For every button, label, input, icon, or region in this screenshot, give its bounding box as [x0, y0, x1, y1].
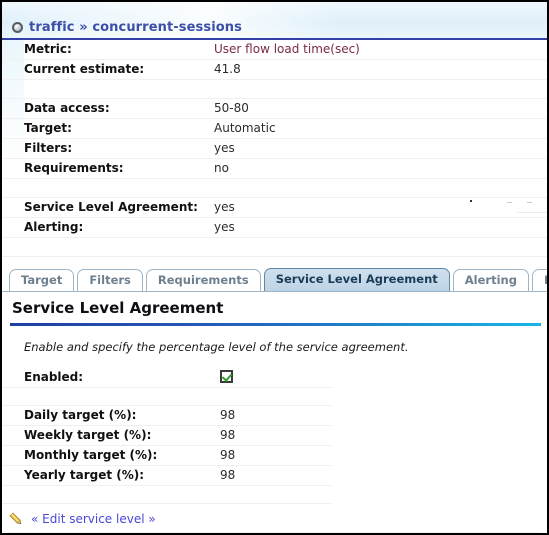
row-indent — [2, 118, 24, 139]
row-indent — [2, 138, 24, 159]
sla-panel: Service Level Agreement Enable and speci… — [2, 292, 547, 533]
enabled-label: Enabled: — [24, 368, 220, 388]
edit-service-level-row[interactable]: « Edit service level » — [2, 511, 547, 527]
tab-requirements[interactable]: Requirements — [145, 269, 261, 291]
circle-bullet-icon — [12, 22, 23, 33]
monthly-target-label: Monthly target (%): — [24, 445, 220, 466]
current-estimate-value: 41.8 — [214, 59, 454, 80]
row-tail — [332, 466, 547, 486]
row-spacer — [2, 485, 547, 504]
requirements-label: Requirements: — [24, 158, 214, 179]
tab-service-level-agreement[interactable]: Service Level Agreement — [263, 268, 450, 291]
data-access-value: 50-80 — [214, 98, 454, 119]
row-indent — [2, 98, 24, 119]
filters-label: Filters: — [24, 138, 214, 159]
sla-summary-label: Service Level Agreement: — [24, 197, 214, 218]
metric-value: User flow load time(sec) — [214, 40, 454, 60]
table-row: Enabled: — [2, 368, 547, 388]
daily-target-value: 98 — [220, 405, 332, 426]
breadcrumb-label[interactable]: traffic » concurrent-sessions — [29, 20, 242, 35]
current-estimate-label: Current estimate: — [24, 59, 214, 80]
row-indent — [2, 405, 24, 426]
filters-value: yes — [214, 138, 454, 159]
row-indent — [2, 465, 24, 486]
row-tail — [332, 368, 547, 388]
page-title: Service Level Agreement — [12, 299, 224, 317]
row-spacer — [2, 387, 547, 406]
row-indent — [2, 445, 24, 466]
tab-description[interactable]: Description — [531, 269, 547, 291]
yearly-target-value: 98 — [220, 465, 332, 486]
tab-filters[interactable]: Filters — [77, 269, 143, 291]
table-row: Daily target (%): 98 — [2, 405, 547, 426]
weekly-target-value: 98 — [220, 425, 332, 446]
metric-summary-section: Metric: User flow load time(sec) Current… — [2, 40, 547, 268]
table-row: Weekly target (%): 98 — [2, 425, 547, 446]
pencil-icon — [8, 511, 24, 527]
metric-summary-table: Metric: User flow load time(sec) Current… — [2, 40, 547, 257]
tab-alerting[interactable]: Alerting — [452, 269, 529, 291]
alerting-value: yes — [214, 217, 454, 238]
application-window: traffic » concurrent-sessions Metric: Us… — [0, 0, 549, 535]
row-indent — [2, 197, 24, 218]
row-tail — [454, 59, 547, 80]
target-value: Automatic — [214, 118, 454, 139]
sla-summary-value: yes — [214, 197, 454, 218]
enabled-checkbox[interactable] — [220, 370, 233, 383]
row-indent — [2, 217, 24, 238]
table-row: Service Level Agreement: yes — [2, 197, 547, 218]
page-header: traffic » concurrent-sessions — [2, 2, 547, 40]
table-row: Alerting: yes — [2, 217, 547, 238]
row-indent — [2, 425, 24, 446]
row-tail — [454, 98, 547, 119]
requirements-value: no — [214, 158, 454, 179]
breadcrumb[interactable]: traffic » concurrent-sessions — [12, 20, 242, 35]
row-tail — [454, 40, 547, 60]
yearly-target-label: Yearly target (%): — [24, 465, 220, 486]
row-tail — [332, 406, 547, 426]
table-row: Current estimate: 41.8 — [2, 59, 547, 80]
table-row: Data access: 50-80 — [2, 98, 547, 119]
alerting-label: Alerting: — [24, 217, 214, 238]
row-spacer — [2, 237, 547, 257]
row-indent — [2, 368, 24, 388]
panel-description: Enable and specify the percentage level … — [24, 340, 409, 354]
row-tail — [454, 158, 547, 179]
row-indent — [2, 59, 24, 80]
monthly-target-value: 98 — [220, 445, 332, 466]
daily-target-label: Daily target (%): — [24, 405, 220, 426]
table-row: Yearly target (%): 98 — [2, 465, 547, 486]
edit-service-level-link[interactable]: « Edit service level » — [31, 512, 156, 526]
table-row: Metric: User flow load time(sec) — [2, 40, 547, 60]
row-tail — [454, 138, 547, 159]
target-label: Target: — [24, 118, 214, 139]
row-tail — [332, 426, 547, 446]
weekly-target-label: Weekly target (%): — [24, 425, 220, 446]
tab-strip: Target Filters Requirements Service Leve… — [2, 268, 547, 292]
table-row: Monthly target (%): 98 — [2, 445, 547, 466]
enabled-value-cell — [220, 368, 332, 388]
table-row: Filters: yes — [2, 138, 547, 159]
row-spacer — [2, 178, 547, 198]
metric-label: Metric: — [24, 40, 214, 60]
row-spacer — [2, 79, 547, 99]
data-access-label: Data access: — [24, 98, 214, 119]
sla-settings-table: Enabled: Daily target (%): 98 Weekly tar… — [2, 368, 547, 504]
row-indent — [2, 158, 24, 179]
row-tail — [454, 118, 547, 139]
footer-divider — [8, 532, 541, 533]
tab-target[interactable]: Target — [9, 269, 75, 291]
row-tail — [332, 446, 547, 466]
row-tail — [454, 217, 547, 238]
table-row: Target: Automatic — [2, 118, 547, 139]
row-tail — [454, 197, 547, 218]
table-row: Requirements: no — [2, 158, 547, 179]
row-indent — [2, 40, 24, 60]
